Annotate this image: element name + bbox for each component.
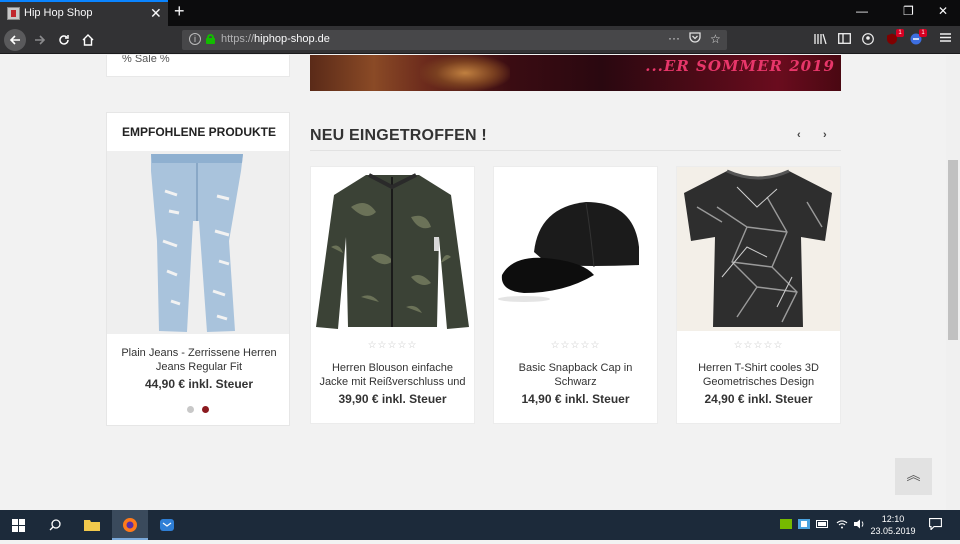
lock-icon xyxy=(206,34,215,44)
cap-product-image[interactable] xyxy=(494,167,657,331)
navigation-toolbar: i https://hiphop-shop.de ··· ☆ 1 1 xyxy=(0,26,960,54)
section-title: NEU EINGETROFFEN ! xyxy=(310,127,487,144)
reload-icon xyxy=(59,35,69,45)
windows-start-icon[interactable] xyxy=(0,510,36,540)
product-name[interactable]: Herren Blouson einfache Jacke mit Reißve… xyxy=(317,361,468,390)
notifications-icon[interactable] xyxy=(929,518,942,533)
next-arrow-icon[interactable]: › xyxy=(823,129,827,141)
forward-arrow-icon xyxy=(35,35,46,45)
library-icon[interactable] xyxy=(814,33,827,48)
app-tray-icon[interactable] xyxy=(798,519,810,532)
banner-text: ...ER SOMMER 2019 xyxy=(645,57,835,75)
product-name[interactable]: Herren T-Shirt cooles 3D Geometrisches D… xyxy=(683,361,834,390)
reload-button[interactable] xyxy=(54,30,74,50)
featured-product-price: 44,90 € inkl. Steuer xyxy=(144,377,254,391)
home-button[interactable] xyxy=(78,30,98,50)
section-divider xyxy=(310,150,841,151)
battery-icon[interactable] xyxy=(816,520,829,531)
double-chevron-up-icon: ︽ xyxy=(906,467,921,483)
restore-button[interactable]: ❐ xyxy=(903,4,914,18)
back-to-top-button[interactable]: ︽ xyxy=(895,458,932,495)
product-card[interactable]: ☆☆☆☆☆ Herren Blouson einfache Jacke mit … xyxy=(310,166,475,424)
page-actions-icon[interactable]: ··· xyxy=(668,31,680,45)
system-clock[interactable]: 12:10 23.05.2019 xyxy=(866,513,920,537)
back-button[interactable] xyxy=(4,29,26,51)
sale-link-box[interactable]: % Sale % xyxy=(106,55,290,77)
sale-link[interactable]: % Sale % xyxy=(122,55,170,65)
featured-products-box: EMPFOHLENE PRODUKTE Plain Jeans - Zerris… xyxy=(106,112,290,426)
featured-title: EMPFOHLENE PRODUKTE xyxy=(121,125,276,139)
volume-icon[interactable] xyxy=(853,519,865,532)
file-explorer-icon[interactable] xyxy=(74,510,110,540)
sidebar-icon[interactable] xyxy=(838,33,851,47)
wifi-icon[interactable] xyxy=(836,519,848,532)
site-info-icon[interactable]: i xyxy=(189,33,201,45)
extension-badge: 1 xyxy=(919,29,927,37)
jeans-product-image[interactable] xyxy=(107,151,289,334)
account-icon[interactable] xyxy=(862,33,874,48)
bookmark-star-icon[interactable]: ☆ xyxy=(710,32,721,46)
firefox-taskbar-icon[interactable] xyxy=(112,510,148,540)
featured-product-name[interactable]: Plain Jeans - Zerrissene Herren Jeans Re… xyxy=(117,346,281,374)
browser-tab[interactable]: Hip Hop Shop ✕ xyxy=(0,0,168,26)
product-price: 14,90 € inkl. Steuer xyxy=(521,392,630,406)
tab-close-icon[interactable]: ✕ xyxy=(150,5,162,22)
product-price: 24,90 € inkl. Steuer xyxy=(704,392,813,406)
product-card[interactable]: ☆☆☆☆☆ Herren T-Shirt cooles 3D Geometris… xyxy=(676,166,841,424)
page-scrollbar[interactable] xyxy=(946,55,960,510)
product-price: 39,90 € inkl. Steuer xyxy=(338,392,447,406)
tab-bar: Hip Hop Shop ✕ + — ❐ ✕ xyxy=(0,0,960,26)
jacket-product-image[interactable] xyxy=(311,167,474,331)
nvidia-tray-icon[interactable] xyxy=(780,519,792,532)
new-tab-button[interactable]: + xyxy=(174,1,185,22)
pocket-icon[interactable] xyxy=(689,32,701,46)
taskbar: 12:10 23.05.2019 xyxy=(0,510,960,540)
rating-stars: ☆☆☆☆☆ xyxy=(733,340,784,351)
page-content: % Sale % ...ER SOMMER 2019 EMPFOHLENE PR… xyxy=(0,55,946,510)
carousel-dot-active[interactable] xyxy=(202,406,209,413)
back-arrow-icon xyxy=(9,35,20,45)
clock-time: 12:10 xyxy=(881,514,905,524)
forward-button[interactable] xyxy=(30,30,50,50)
carousel-dot[interactable] xyxy=(187,406,194,413)
promo-banner[interactable]: ...ER SOMMER 2019 xyxy=(310,55,841,91)
home-icon xyxy=(82,34,94,46)
address-bar[interactable]: i https://hiphop-shop.de ··· ☆ xyxy=(182,30,727,50)
banner-photo xyxy=(420,55,510,91)
mail-app-icon[interactable] xyxy=(149,510,185,540)
product-card[interactable]: ☆☆☆☆☆ Basic Snapback Cap in Schwarz 14,9… xyxy=(493,166,658,424)
menu-hamburger-icon[interactable] xyxy=(940,32,951,46)
rating-stars: ☆☆☆☆☆ xyxy=(550,340,601,351)
url-text[interactable]: https://hiphop-shop.de xyxy=(221,33,330,45)
tshirt-product-image[interactable] xyxy=(677,167,840,331)
product-name[interactable]: Basic Snapback Cap in Schwarz xyxy=(500,361,651,390)
tab-title: Hip Hop Shop xyxy=(24,7,93,19)
search-icon[interactable] xyxy=(37,510,73,540)
prev-arrow-icon[interactable]: ‹ xyxy=(797,129,801,141)
site-favicon-icon xyxy=(7,7,20,20)
rating-stars: ☆☆☆☆☆ xyxy=(367,340,418,351)
minimize-button[interactable]: — xyxy=(856,4,868,18)
clock-date: 23.05.2019 xyxy=(870,526,916,536)
window-close-button[interactable]: ✕ xyxy=(938,4,948,18)
ublock-badge: 1 xyxy=(896,29,904,37)
scrollbar-thumb[interactable] xyxy=(948,160,958,340)
